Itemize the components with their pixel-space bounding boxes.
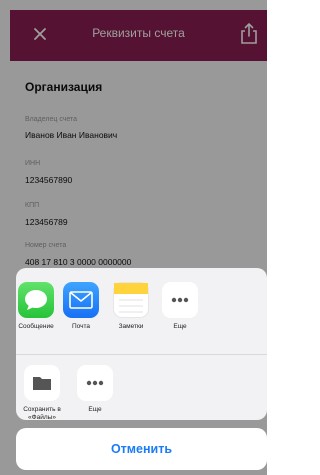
share-app-mail[interactable]: Почта xyxy=(53,282,109,331)
share-sheet: Сообщение Почта Заметки Еще Сохранить в … xyxy=(16,268,267,420)
notes-icon xyxy=(113,282,149,318)
share-apps-row: Сообщение Почта Заметки Еще xyxy=(16,268,267,354)
action-label: Сохранить в «Файлы» xyxy=(23,406,61,420)
share-app-label: Почта xyxy=(71,323,91,330)
share-app-more[interactable]: Еще xyxy=(152,282,208,331)
cancel-button[interactable]: Отменить xyxy=(16,428,267,470)
mail-icon xyxy=(63,282,99,318)
folder-icon xyxy=(24,365,60,401)
share-app-label: Заметки xyxy=(118,323,144,330)
action-save-to-files[interactable]: Сохранить в «Файлы» xyxy=(16,365,70,420)
action-label: Еще xyxy=(88,406,102,413)
more-icon xyxy=(77,365,113,401)
more-icon xyxy=(162,282,198,318)
messages-icon xyxy=(18,282,54,318)
share-app-label: Еще xyxy=(173,323,187,330)
share-actions-row: Сохранить в «Файлы» Еще xyxy=(16,355,267,420)
share-app-notes[interactable]: Заметки xyxy=(103,282,159,331)
action-more[interactable]: Еще xyxy=(67,365,123,414)
